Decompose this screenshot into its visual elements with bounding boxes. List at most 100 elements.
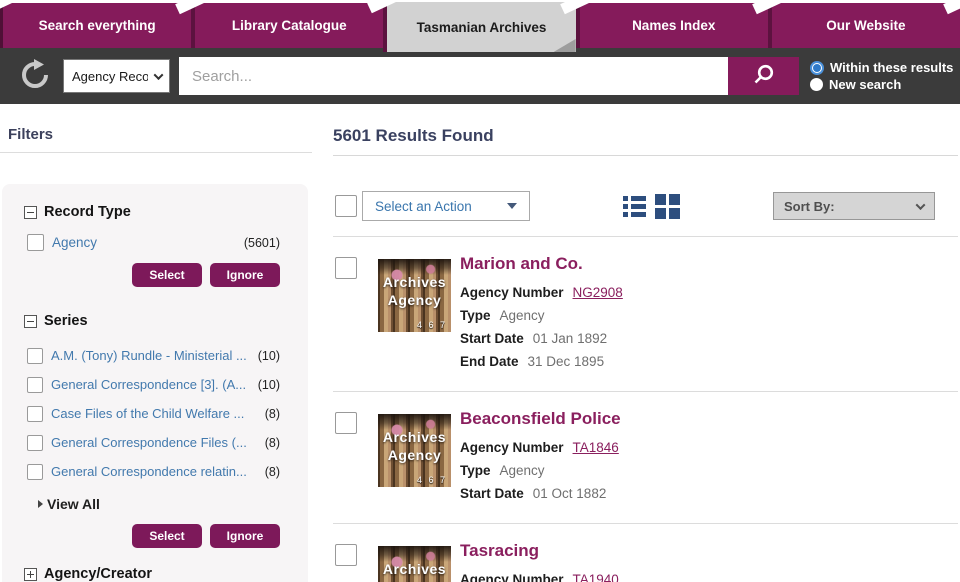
field-label: Type bbox=[460, 308, 491, 323]
series-link[interactable]: General Correspondence [3]. (A... bbox=[51, 377, 246, 392]
series-buttons: Select Ignore bbox=[24, 524, 292, 548]
select-all-checkbox[interactable] bbox=[335, 195, 357, 217]
tab-search-everything[interactable]: Search everything bbox=[0, 3, 191, 48]
series-list: A.M. (Tony) Rundle - Ministerial ... (10… bbox=[24, 341, 292, 486]
field-label: Agency Number bbox=[460, 440, 564, 455]
chevron-down-icon bbox=[154, 70, 164, 80]
facet-link-agency[interactable]: Agency bbox=[52, 235, 97, 250]
facet-count: (10) bbox=[258, 349, 292, 363]
chevron-down-icon bbox=[916, 200, 926, 210]
grid-view-icon[interactable] bbox=[655, 194, 680, 219]
expand-icon[interactable] bbox=[24, 568, 37, 581]
series-link[interactable]: General Correspondence Files (... bbox=[51, 435, 247, 450]
search-input[interactable] bbox=[179, 57, 728, 95]
field-label: Agency Number bbox=[460, 572, 564, 582]
collapse-icon[interactable] bbox=[24, 206, 37, 219]
tab-names-index[interactable]: Names Index bbox=[576, 3, 768, 48]
view-all-label: View All bbox=[47, 496, 100, 512]
series-row: Case Files of the Child Welfare ... (8) bbox=[27, 399, 292, 428]
result-title-link[interactable]: Beaconsfield Police bbox=[460, 408, 621, 430]
result-details: Beaconsfield Police Agency Number TA1846… bbox=[460, 408, 621, 505]
series-header[interactable]: Series bbox=[24, 313, 292, 329]
series-checkbox[interactable] bbox=[27, 348, 43, 364]
result-checkbox[interactable] bbox=[335, 412, 357, 434]
field-label: Start Date bbox=[460, 486, 524, 501]
tab-tasmanian-archives[interactable]: Tasmanian Archives bbox=[383, 2, 575, 52]
series-checkbox[interactable] bbox=[27, 435, 43, 451]
tab-label: Search everything bbox=[39, 18, 156, 33]
thumbnail-digits: 4 6 7 bbox=[417, 320, 447, 330]
facet-count: (5601) bbox=[244, 236, 292, 250]
series-link[interactable]: A.M. (Tony) Rundle - Ministerial ... bbox=[51, 348, 247, 363]
facet-count: (8) bbox=[265, 407, 292, 421]
sort-by-dropdown[interactable]: Sort By: bbox=[773, 192, 935, 220]
series-checkbox[interactable] bbox=[27, 406, 43, 422]
tab-library-catalogue[interactable]: Library Catalogue bbox=[191, 3, 383, 48]
thumbnail-text: Archives bbox=[378, 561, 451, 577]
content-area: Filters Record Type Agency (5601) Select… bbox=[0, 104, 960, 582]
thumbnail-text: Agency bbox=[378, 447, 451, 463]
filters-panel: Filters Record Type Agency (5601) Select… bbox=[0, 104, 318, 153]
radio-selected-icon bbox=[810, 61, 824, 75]
series-checkbox[interactable] bbox=[27, 464, 43, 480]
tab-our-website[interactable]: Our Website bbox=[768, 3, 960, 48]
select-button[interactable]: Select bbox=[132, 263, 202, 287]
search-icon bbox=[751, 62, 777, 91]
view-all-link[interactable]: View All bbox=[38, 496, 292, 512]
sort-by-label: Sort By: bbox=[784, 199, 835, 214]
series-checkbox[interactable] bbox=[27, 377, 43, 393]
action-dropdown[interactable]: Select an Action bbox=[362, 191, 530, 221]
agency-checkbox[interactable] bbox=[27, 234, 44, 251]
result-row: Archives Agency Tasracing Agency Number … bbox=[333, 523, 958, 582]
thumbnail-text: Agency bbox=[378, 292, 451, 308]
result-thumbnail[interactable]: Archives Agency 4 6 7 bbox=[378, 259, 451, 332]
record-type-header[interactable]: Record Type bbox=[24, 204, 292, 220]
field-value: Agency bbox=[500, 463, 545, 478]
ignore-button[interactable]: Ignore bbox=[210, 524, 280, 548]
series-link[interactable]: Case Files of the Child Welfare ... bbox=[51, 406, 244, 421]
series-row: A.M. (Tony) Rundle - Ministerial ... (10… bbox=[27, 341, 292, 370]
field-start-date: Start Date 01 Oct 1882 bbox=[460, 482, 621, 505]
result-thumbnail[interactable]: Archives Agency bbox=[378, 546, 451, 582]
view-all-arrow-icon bbox=[38, 500, 43, 508]
record-type-buttons: Select Ignore bbox=[24, 263, 292, 287]
field-type: Type Agency bbox=[460, 304, 623, 327]
radio-within-results[interactable]: Within these results bbox=[810, 60, 953, 75]
search-bar: Agency Records Within these results New … bbox=[0, 48, 960, 104]
field-label: Type bbox=[460, 463, 491, 478]
field-value: 01 Oct 1882 bbox=[533, 486, 607, 501]
ignore-button[interactable]: Ignore bbox=[210, 263, 280, 287]
field-agency-number: Agency Number NG2908 bbox=[460, 281, 623, 304]
collapse-icon[interactable] bbox=[24, 315, 37, 328]
view-toggle bbox=[623, 194, 680, 219]
search-category-value: Agency Records bbox=[72, 69, 148, 84]
result-checkbox[interactable] bbox=[335, 544, 357, 566]
agency-number-link[interactable]: TA1846 bbox=[573, 440, 619, 455]
list-view-icon[interactable] bbox=[623, 196, 646, 217]
search-button[interactable] bbox=[728, 57, 799, 95]
result-title-link[interactable]: Marion and Co. bbox=[460, 253, 623, 275]
search-category-select[interactable]: Agency Records bbox=[63, 59, 170, 93]
dropdown-arrow-icon bbox=[507, 203, 517, 209]
result-checkbox[interactable] bbox=[335, 257, 357, 279]
agency-creator-header[interactable]: Agency/Creator bbox=[24, 566, 292, 582]
tab-bar: Search everything Library Catalogue Tasm… bbox=[0, 0, 960, 48]
field-start-date: Start Date 01 Jan 1892 bbox=[460, 327, 623, 350]
result-thumbnail[interactable]: Archives Agency 4 6 7 bbox=[378, 414, 451, 487]
field-type: Type Agency bbox=[460, 459, 621, 482]
result-title-link[interactable]: Tasracing bbox=[460, 540, 619, 562]
field-label: Agency Number bbox=[460, 285, 564, 300]
select-button[interactable]: Select bbox=[132, 524, 202, 548]
action-toolbar: Select an Action Sort By: bbox=[333, 191, 958, 221]
field-label: End Date bbox=[460, 354, 519, 369]
refresh-icon[interactable] bbox=[18, 59, 52, 93]
series-group: Series A.M. (Tony) Rundle - Ministerial … bbox=[24, 313, 292, 548]
series-row: General Correspondence [3]. (A... (10) bbox=[27, 370, 292, 399]
agency-number-link[interactable]: NG2908 bbox=[573, 285, 623, 300]
facet-count: (8) bbox=[265, 436, 292, 450]
archives-search-app: Search everything Library Catalogue Tasm… bbox=[0, 0, 960, 582]
agency-number-link[interactable]: TA1940 bbox=[573, 572, 619, 582]
series-link[interactable]: General Correspondence relatin... bbox=[51, 464, 247, 479]
radio-new-search[interactable]: New search bbox=[810, 77, 953, 92]
divider bbox=[0, 152, 312, 153]
